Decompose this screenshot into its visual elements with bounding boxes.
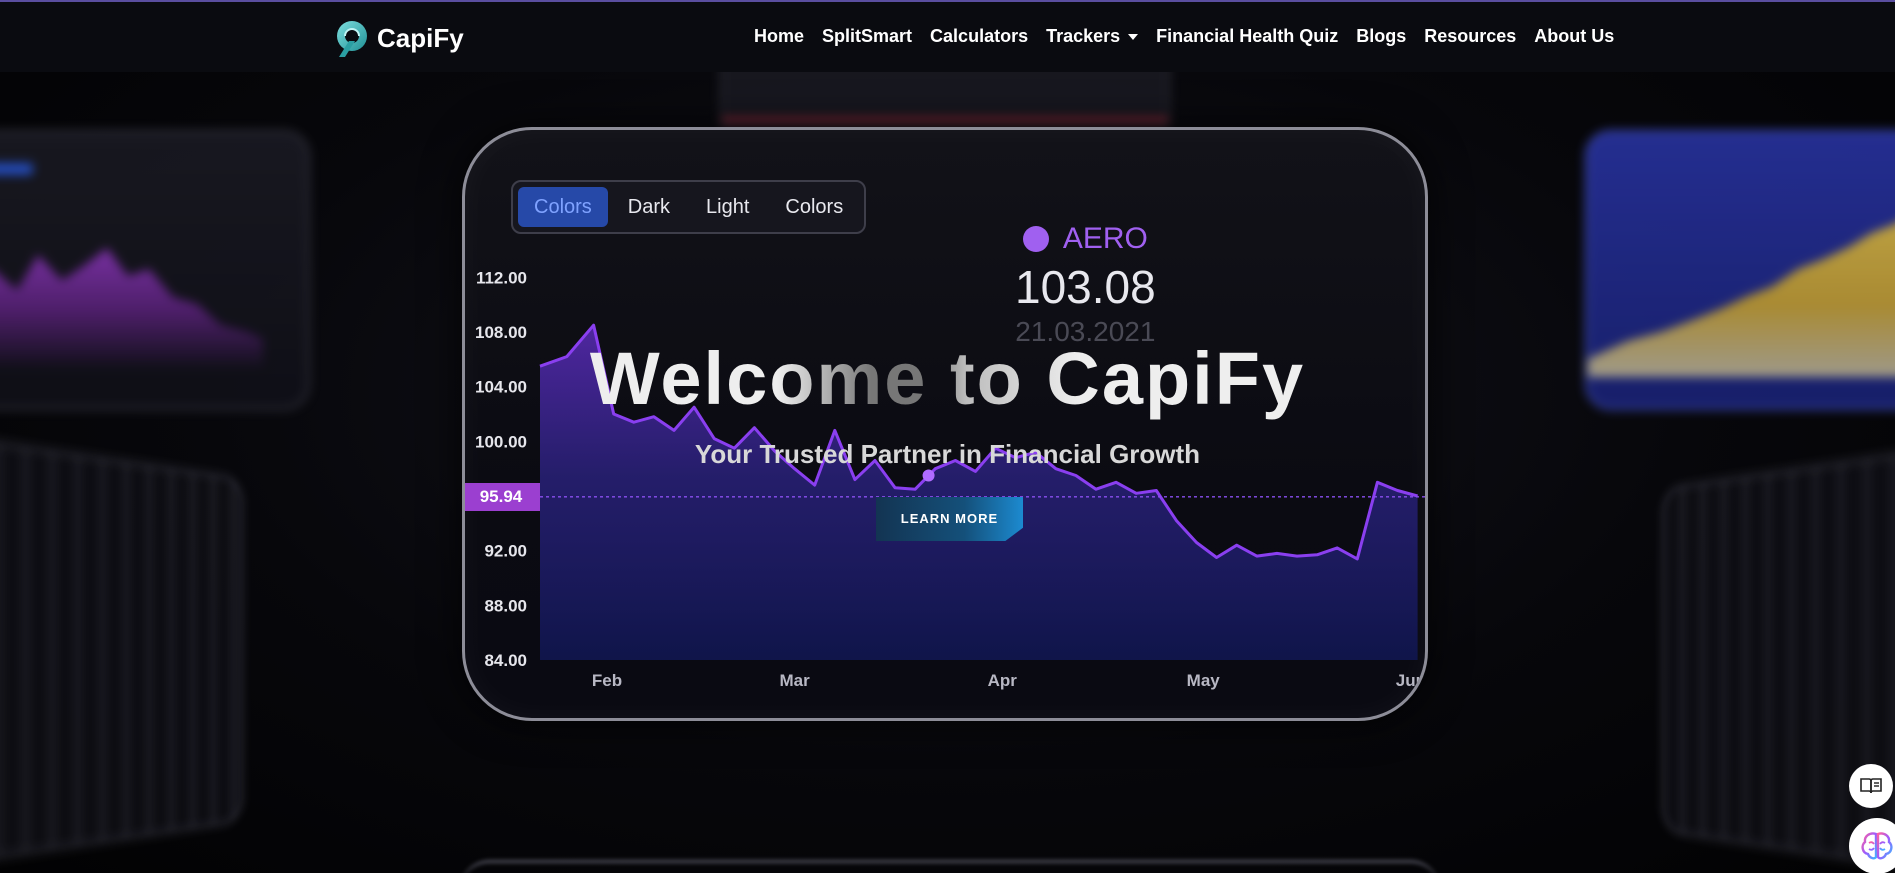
learn-more-button[interactable]: LEARN MORE [876,497,1023,541]
current-value-label: 95.94 [465,482,540,511]
hero-title: Welcome to CapiFy [0,336,1895,421]
price-chart: 112.00108.00104.00100.0092.0088.0084.00F… [475,268,1426,690]
x-tick-label: Mar [779,671,810,690]
brand-link[interactable]: CapiFy [333,19,464,57]
nav-calculators[interactable]: Calculators [921,26,1037,47]
brain-icon [1861,832,1893,860]
x-tick-label: Feb [592,671,622,690]
nav-about-us[interactable]: About Us [1525,26,1623,47]
y-tick-label: 84.00 [484,651,527,670]
bg-chart-left-bottom [0,437,243,863]
x-tick-label: Apr [988,671,1018,690]
nav-blogs[interactable]: Blogs [1347,26,1415,47]
book-icon [1860,778,1882,794]
y-tick-label: 92.00 [484,542,527,561]
bg-chart-right-bottom [1662,447,1895,873]
nav-financial-health-quiz[interactable]: Financial Health Quiz [1147,26,1347,47]
chart-panel: Colors Dark Light Colors AERO 103.08 21.… [462,127,1428,721]
nav-resources[interactable]: Resources [1415,26,1525,47]
y-tick-label: 112.00 [476,268,527,287]
bg-chart-bottom-mid [460,860,1440,873]
nav-splitsmart[interactable]: SplitSmart [813,26,921,47]
reading-mode-button[interactable] [1849,764,1893,808]
hover-point [922,469,935,482]
chevron-down-icon [1128,33,1139,40]
nav-trackers[interactable]: Trackers [1037,26,1147,47]
y-tick-label: 88.00 [484,596,527,615]
nav-home[interactable]: Home [745,26,813,47]
brand-name: CapiFy [377,22,464,53]
x-tick-label: Jun [1396,671,1426,690]
ai-assistant-button[interactable] [1849,818,1895,873]
navbar: CapiFy Home SplitSmart Calculators Track… [0,0,1895,72]
nav-trackers-label: Trackers [1046,26,1121,46]
main-nav: Home SplitSmart Calculators Trackers Fin… [745,26,1623,47]
hero-background: Colors Dark Light Colors AERO 103.08 21.… [0,0,1895,873]
x-tick-label: May [1187,671,1221,690]
hero-subtitle: Your Trusted Partner in Financial Growth [694,439,1201,469]
capify-logo-icon [333,19,369,57]
